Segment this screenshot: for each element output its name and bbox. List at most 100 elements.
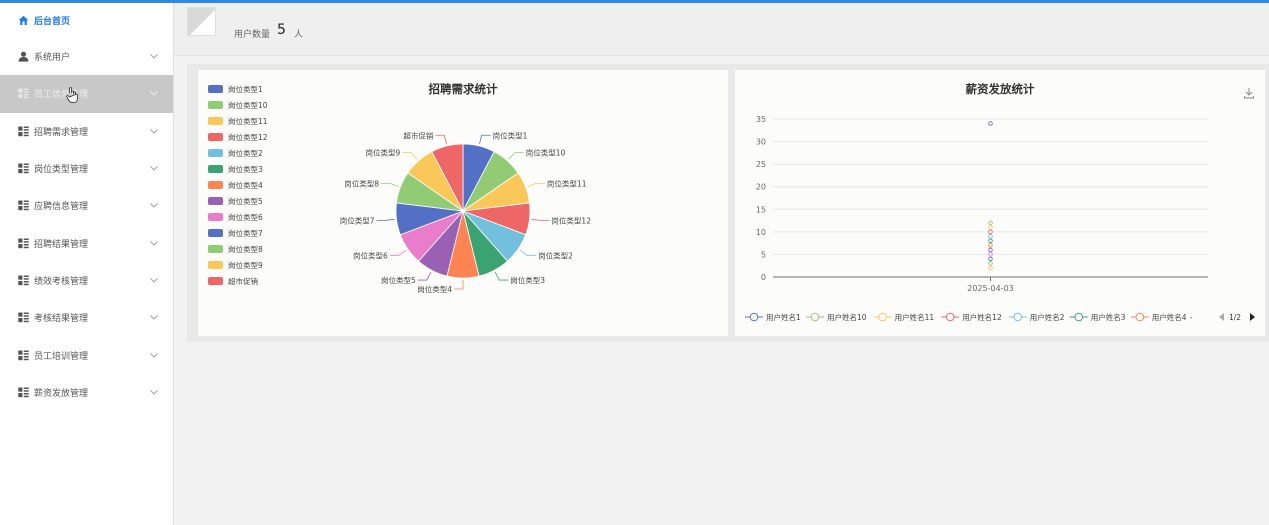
legend-marker bbox=[1013, 312, 1023, 322]
sidebar-item-label: 员工信息管理 bbox=[34, 90, 89, 101]
legend-prev-page-icon[interactable] bbox=[1219, 313, 1224, 321]
x-tick-label: 2025-04-03 bbox=[967, 284, 1014, 293]
pie-label: 岗位类型6 bbox=[353, 250, 388, 260]
pie-label-line bbox=[494, 271, 509, 281]
pie-label-line bbox=[417, 271, 432, 281]
pie-chart: 岗位类型1岗位类型10岗位类型11岗位类型12岗位类型2岗位类型3岗位类型4岗位… bbox=[340, 130, 591, 294]
y-tick-label: 30 bbox=[756, 138, 766, 147]
scatter-point[interactable] bbox=[988, 243, 993, 248]
grid-icon bbox=[18, 238, 29, 249]
y-tick-label: 10 bbox=[756, 228, 766, 237]
grid-icon bbox=[18, 126, 29, 137]
y-tick-label: 5 bbox=[761, 250, 766, 259]
pie-label: 岗位类型4 bbox=[417, 284, 452, 294]
sidebar-item[interactable]: 薪资发放管理 bbox=[0, 374, 173, 411]
sidebar-item[interactable]: 招聘需求管理 bbox=[0, 113, 173, 150]
y-tick-label: 20 bbox=[756, 183, 766, 192]
legend-page-indicator: 1/2 bbox=[1229, 313, 1241, 322]
chevron-down-icon bbox=[149, 126, 159, 136]
legend-label: 用户姓名3 bbox=[1091, 312, 1126, 322]
scatter-point[interactable] bbox=[988, 225, 993, 230]
chevron-down-icon bbox=[149, 275, 159, 285]
legend-item[interactable]: 用户姓名10 bbox=[806, 312, 867, 322]
pie-label: 岗位类型3 bbox=[510, 275, 545, 285]
pie-label-line bbox=[381, 182, 399, 187]
scatter-point[interactable] bbox=[988, 252, 993, 257]
pie-label-line bbox=[479, 134, 491, 145]
sidebar-item-label: 系统用户 bbox=[34, 53, 71, 64]
scatter-point[interactable] bbox=[988, 220, 993, 226]
chevron-down-icon bbox=[149, 164, 159, 174]
sidebar-item[interactable]: 员工信息管理 bbox=[0, 75, 173, 113]
legend-item[interactable]: 用户姓名12 bbox=[941, 312, 1002, 322]
scatter-point[interactable] bbox=[988, 256, 993, 262]
home-icon bbox=[18, 15, 29, 26]
legend-item[interactable]: 用户姓名11 bbox=[873, 312, 935, 322]
salary-payment-card: 薪资发放统计 0 5 10 15 20 25 30 35 2025-04-03 用户姓名1 用户姓名… bbox=[735, 70, 1265, 336]
legend-marker bbox=[810, 312, 820, 322]
legend-item[interactable]: 用户姓名2 bbox=[1008, 312, 1065, 322]
sidebar-item[interactable]: 招聘结果管理 bbox=[0, 224, 173, 261]
scatter-point[interactable] bbox=[988, 261, 993, 266]
legend-item[interactable]: 用户姓名4 bbox=[1130, 312, 1187, 322]
scatter-point[interactable] bbox=[988, 247, 993, 253]
sidebar-item[interactable]: 考核结果管理 bbox=[0, 299, 173, 336]
sidebar-item-label: 员工培训管理 bbox=[34, 351, 89, 362]
legend-item[interactable]: 用户姓名1 bbox=[745, 312, 801, 322]
legend-marker bbox=[945, 312, 955, 322]
chevron-down-icon bbox=[149, 238, 159, 248]
grid-icon bbox=[18, 88, 29, 99]
legend-label: 用户姓名12 bbox=[962, 312, 1002, 322]
sidebar-item[interactable]: 员工培训管理 bbox=[0, 336, 173, 373]
legend-overflow: - bbox=[1190, 313, 1193, 322]
legend-item[interactable]: 用户姓名3 bbox=[1069, 312, 1126, 322]
sidebar-item-label: 绩效考核管理 bbox=[34, 276, 89, 287]
user-count-label: 用户数量 bbox=[234, 30, 271, 40]
scatter-point[interactable] bbox=[988, 121, 993, 126]
pie-label-line bbox=[527, 182, 545, 187]
legend-label: 用户姓名11 bbox=[895, 312, 935, 322]
pie-label: 岗位类型11 bbox=[547, 178, 587, 188]
legend-label: 用户姓名2 bbox=[1030, 312, 1065, 322]
user-icon bbox=[18, 51, 29, 62]
sidebar-item[interactable]: 应聘信息管理 bbox=[0, 187, 173, 224]
sidebar-item[interactable]: 绩效考核管理 bbox=[0, 262, 173, 299]
sidebar: 后台首页 系统用户员工信息管理招聘需求管理岗位类型管理 应聘信息管理 招聘结果管理绩… bbox=[0, 3, 174, 525]
sidebar-home-label: 后台首页 bbox=[34, 17, 71, 27]
y-tick-label: 0 bbox=[761, 273, 766, 282]
grid-icon bbox=[18, 350, 29, 361]
sidebar-item-label: 岗位类型管理 bbox=[34, 165, 89, 176]
scatter-point[interactable] bbox=[988, 229, 993, 235]
chevron-down-icon bbox=[149, 89, 159, 99]
scatter-chart: 0 5 10 15 20 25 30 35 2025-04-03 用户姓名1 用户姓名10 用户姓名1… bbox=[745, 115, 1255, 322]
grid-icon bbox=[18, 163, 29, 174]
pie-label-line bbox=[402, 152, 418, 160]
mouse-cursor-icon bbox=[66, 87, 78, 103]
sidebar-item[interactable]: 系统用户 bbox=[0, 38, 173, 75]
collapse-toggle-button[interactable] bbox=[187, 7, 216, 36]
scatter-point[interactable] bbox=[988, 234, 993, 239]
grid-icon bbox=[18, 275, 29, 286]
pie-label-line bbox=[454, 280, 464, 290]
user-count-unit: 人 bbox=[294, 30, 304, 40]
chevron-down-icon bbox=[149, 52, 159, 62]
legend-next-page-icon[interactable] bbox=[1250, 313, 1255, 321]
y-tick-label: 25 bbox=[756, 160, 766, 169]
chevron-down-icon bbox=[149, 201, 159, 211]
pie-label-line bbox=[389, 249, 407, 256]
sidebar-item[interactable]: 岗位类型管理 bbox=[0, 150, 173, 187]
legend-marker bbox=[1074, 312, 1084, 322]
legend-label: 用户姓名1 bbox=[766, 312, 801, 322]
sidebar-item-label: 应聘信息管理 bbox=[34, 202, 89, 213]
sidebar-item-label: 考核结果管理 bbox=[34, 314, 89, 325]
pie-label: 岗位类型5 bbox=[381, 275, 416, 285]
scatter-point[interactable] bbox=[988, 265, 993, 271]
pie-label-line bbox=[531, 218, 550, 221]
sidebar-item-home[interactable]: 后台首页 bbox=[0, 3, 173, 38]
scatter-point[interactable] bbox=[988, 238, 993, 244]
chevron-down-icon bbox=[149, 313, 159, 323]
dashboard-panels: 招聘需求统计 岗位类型1 岗位类型10 岗位类型11 岗位类型12 岗位类型2 岗位类型3… bbox=[187, 64, 1269, 342]
pie-label: 岗位类型1 bbox=[493, 130, 528, 140]
sidebar-item-label: 招聘结果管理 bbox=[34, 239, 89, 250]
legend-label: 用户姓名4 bbox=[1152, 312, 1187, 322]
